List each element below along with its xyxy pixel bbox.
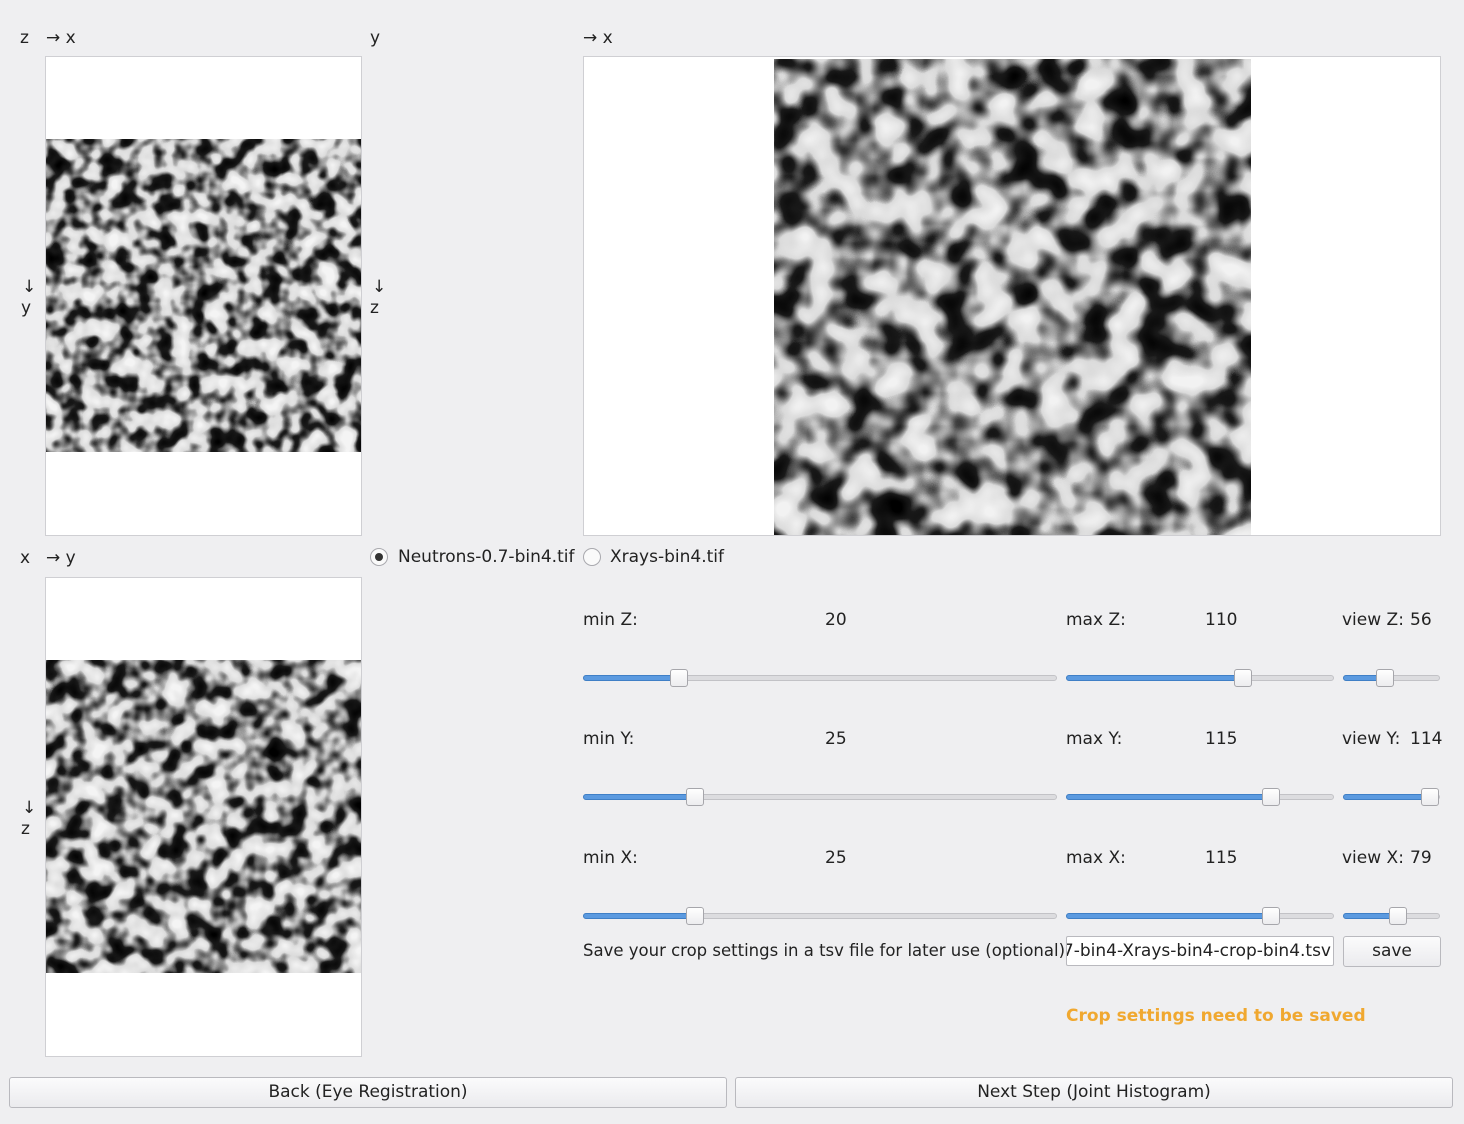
- view-top-right-canvas[interactable]: [583, 56, 1441, 536]
- dataset-radio-neutrons[interactable]: Neutrons-0.7-bin4.tif: [370, 546, 580, 568]
- view-z-slider-handle[interactable]: [1376, 669, 1395, 687]
- min-x-label: min X:: [583, 848, 638, 868]
- view-y-slider[interactable]: [1343, 787, 1440, 807]
- view-top-middle-corner-label: y: [370, 28, 381, 48]
- view-top-left-horizontal-axis-label: → x: [46, 28, 76, 48]
- max-y-slider-handle[interactable]: [1262, 788, 1281, 806]
- save-button[interactable]: save: [1343, 936, 1441, 967]
- min-x-slider-fill: [583, 913, 695, 919]
- back-button[interactable]: Back (Eye Registration): [9, 1077, 727, 1108]
- view-bottom-left-vertical-axis-label: z: [21, 819, 30, 839]
- max-y-slider[interactable]: [1066, 787, 1334, 807]
- crop-filename-text: Neutrons-0.7-bin4-Xrays-bin4-crop-bin4.t…: [1066, 941, 1331, 961]
- view-top-left-vertical-axis-label: y: [21, 298, 32, 318]
- min-x-value: 25: [825, 848, 847, 868]
- min-y-slider[interactable]: [583, 787, 1057, 807]
- view-bottom-left-canvas[interactable]: [45, 577, 362, 1057]
- view-x-slider[interactable]: [1343, 906, 1440, 926]
- dataset-label-xrays: Xrays-bin4.tif: [610, 547, 724, 567]
- min-z-label: min Z:: [583, 610, 638, 630]
- view-z-value: 56: [1410, 610, 1432, 630]
- dataset-radio-xrays[interactable]: Xrays-bin4.tif: [583, 546, 743, 568]
- min-x-slider[interactable]: [583, 906, 1057, 926]
- slice-image-xy: [774, 59, 1251, 535]
- max-y-value: 115: [1205, 729, 1238, 749]
- dataset-label-neutrons: Neutrons-0.7-bin4.tif: [398, 547, 575, 567]
- max-x-slider[interactable]: [1066, 906, 1334, 926]
- slice-image-zx: [46, 139, 361, 452]
- min-y-slider-fill: [583, 794, 695, 800]
- max-z-slider[interactable]: [1066, 668, 1334, 688]
- crop-filename-input[interactable]: Neutrons-0.7-bin4-Xrays-bin4-crop-bin4.t…: [1066, 936, 1334, 966]
- max-x-value: 115: [1205, 848, 1238, 868]
- view-y-slider-handle[interactable]: [1421, 788, 1440, 806]
- max-x-slider-handle[interactable]: [1262, 907, 1281, 925]
- max-z-slider-handle[interactable]: [1233, 669, 1252, 687]
- slice-image-yz: [46, 660, 361, 973]
- radio-indicator-neutrons[interactable]: [370, 548, 388, 566]
- view-z-slider[interactable]: [1343, 668, 1440, 688]
- min-z-slider-handle[interactable]: [669, 669, 688, 687]
- max-y-slider-fill: [1066, 794, 1272, 800]
- view-top-right-horizontal-axis-label: → x: [583, 28, 613, 48]
- view-top-middle-vertical-axis-label: z: [370, 298, 379, 318]
- max-y-label: max Y:: [1066, 729, 1123, 749]
- view-top-left-canvas[interactable]: [45, 56, 362, 536]
- view-top-left-vertical-arrow: ↓: [22, 277, 37, 297]
- view-y-slider-fill: [1343, 794, 1431, 800]
- view-bottom-left-horizontal-axis-label: → y: [46, 548, 76, 568]
- radio-indicator-xrays[interactable]: [583, 548, 601, 566]
- min-z-slider-fill: [583, 675, 679, 681]
- view-top-left-corner-label: z: [20, 28, 29, 48]
- view-y-value: 114: [1410, 729, 1443, 749]
- view-bottom-left-corner-label: x: [20, 548, 31, 568]
- min-y-value: 25: [825, 729, 847, 749]
- min-z-value: 20: [825, 610, 847, 630]
- min-y-slider-handle[interactable]: [685, 788, 704, 806]
- view-bottom-left-vertical-arrow: ↓: [22, 798, 37, 818]
- view-top-middle-vertical-arrow: ↓: [372, 277, 387, 297]
- max-z-label: max Z:: [1066, 610, 1126, 630]
- max-x-slider-fill: [1066, 913, 1272, 919]
- crop-warning-text: Crop settings need to be saved: [1066, 1006, 1366, 1026]
- view-x-label: view X:: [1342, 848, 1404, 868]
- save-prompt-label: Save your crop settings in a tsv file fo…: [583, 941, 1066, 960]
- min-y-label: min Y:: [583, 729, 635, 749]
- view-x-value: 79: [1410, 848, 1432, 868]
- min-z-slider[interactable]: [583, 668, 1057, 688]
- max-x-label: max X:: [1066, 848, 1126, 868]
- view-z-label: view Z:: [1342, 610, 1404, 630]
- view-y-label: view Y:: [1342, 729, 1401, 749]
- view-x-slider-handle[interactable]: [1388, 907, 1407, 925]
- max-z-slider-fill: [1066, 675, 1243, 681]
- next-step-button[interactable]: Next Step (Joint Histogram): [735, 1077, 1453, 1108]
- min-x-slider-handle[interactable]: [685, 907, 704, 925]
- max-z-value: 110: [1205, 610, 1238, 630]
